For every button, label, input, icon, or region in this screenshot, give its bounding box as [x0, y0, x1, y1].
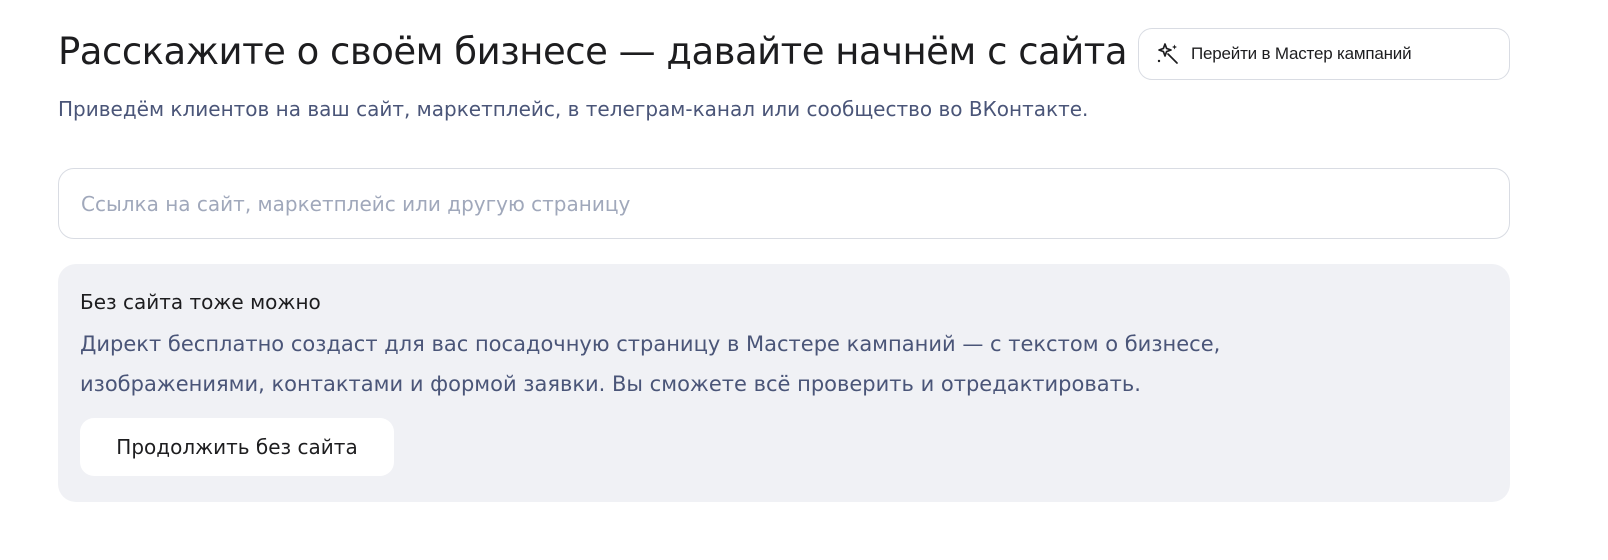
continue-without-site-button[interactable]: Продолжить без сайта	[80, 418, 394, 476]
no-site-panel-description: Директ бесплатно создаст для вас посадоч…	[80, 324, 1220, 404]
magic-wand-sparkles-icon	[1155, 41, 1181, 67]
no-site-panel-title: Без сайта тоже можно	[80, 290, 321, 314]
site-url-input[interactable]	[58, 168, 1510, 239]
site-onboarding-step: Расскажите о своём бизнесе — давайте нач…	[0, 0, 1608, 560]
no-site-panel: Без сайта тоже можно Директ бесплатно со…	[58, 264, 1510, 502]
no-site-panel-description-line-1: Директ бесплатно создаст для вас посадоч…	[80, 332, 1221, 356]
go-to-campaign-master-button[interactable]: Перейти в Мастер кампаний	[1138, 28, 1510, 80]
no-site-panel-description-line-2: изображениями, контактами и формой заявк…	[80, 372, 1141, 396]
page-title: Расскажите о своём бизнесе — давайте нач…	[58, 30, 1128, 73]
page-subtitle: Приведём клиентов на ваш сайт, маркетпле…	[58, 97, 1089, 121]
go-to-campaign-master-label: Перейти в Мастер кампаний	[1191, 44, 1412, 63]
